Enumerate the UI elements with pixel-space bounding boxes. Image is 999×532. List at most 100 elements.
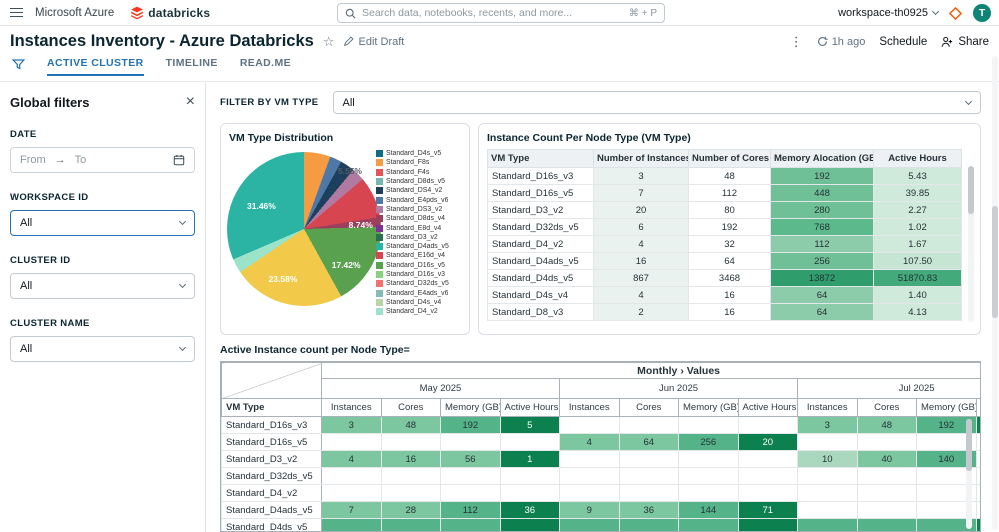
sub-column-header[interactable]: Cores [618, 398, 679, 417]
legend-item[interactable]: Standard_E4ads_v6 [376, 288, 464, 297]
date-range-input[interactable]: From → To [10, 147, 195, 173]
month-header[interactable]: May 2025 [321, 378, 560, 399]
header-actions: ⋮ 1h ago Schedule Share [790, 34, 989, 50]
value-cell [321, 518, 382, 531]
search-input[interactable]: Search data, notebooks, recents, and mor… [337, 3, 665, 23]
value-cell [618, 467, 679, 485]
scrollbar-thumb[interactable] [966, 419, 972, 471]
value-cell: 16 [688, 286, 771, 304]
sub-column-header[interactable]: Cores [380, 398, 441, 417]
legend-item[interactable]: Standard_D16s_v5 [376, 261, 464, 270]
workspace-id-select[interactable]: All [10, 210, 195, 236]
value-cell [797, 467, 858, 485]
sub-column-header[interactable]: Instances [797, 398, 858, 417]
value-cell: 112 [688, 184, 771, 202]
value-cell [559, 416, 620, 434]
filter-funnel-icon[interactable] [12, 58, 25, 71]
avatar[interactable]: T [973, 4, 991, 22]
value-cell [856, 484, 917, 502]
legend-swatch [376, 187, 383, 195]
legend-label: Standard_D8ds_v5 [386, 178, 445, 186]
scrollbar-thumb[interactable] [968, 166, 974, 214]
schedule-button[interactable]: Schedule [879, 36, 927, 48]
legend-item[interactable]: Standard_F4s [376, 168, 464, 177]
legend-item[interactable]: Standard_D16s_v3 [376, 270, 464, 279]
value-cell: 64 [688, 252, 771, 270]
dashboard-header: Instances Inventory - Azure Databricks ☆… [0, 26, 999, 57]
vm-type-header[interactable]: VM Type [221, 398, 322, 417]
edit-draft-button[interactable]: Edit Draft [343, 36, 404, 48]
sub-column-header[interactable]: Memory (GB) [916, 398, 977, 417]
legend-swatch [376, 224, 383, 232]
legend-item[interactable]: Standard_F8s [376, 158, 464, 167]
legend-label: Standard_E4ads_v6 [386, 289, 449, 297]
sub-column-header[interactable]: Memory (GB) [678, 398, 739, 417]
menu-icon[interactable] [10, 7, 23, 18]
legend-label: Standard_D4_v2 [386, 308, 438, 316]
upgrade-gem-icon[interactable] [949, 6, 962, 20]
pivot-header[interactable]: Monthly › Values [320, 362, 980, 379]
sub-column-header[interactable]: Memory (GB) [440, 398, 501, 417]
legend-item[interactable]: Standard_D8ds_v5 [376, 177, 464, 186]
app-window: Microsoft Azure databricks Search data, … [0, 0, 999, 532]
azure-label[interactable]: Microsoft Azure [35, 7, 114, 19]
value-cell: 71 [737, 501, 798, 519]
value-cell: 112 [770, 235, 874, 253]
legend-item[interactable]: Standard_D4ads_v5 [376, 242, 464, 251]
legend-item[interactable]: Standard_D4_v2 [376, 307, 464, 316]
month-header[interactable]: Jun 2025 [559, 378, 798, 399]
legend-item[interactable]: Standard_E4pds_v6 [376, 195, 464, 204]
pencil-icon [344, 36, 355, 47]
value-cell: 36 [618, 501, 679, 519]
legend-item[interactable]: Standard_DS3_v2 [376, 205, 464, 214]
sub-column-header[interactable]: Active Hours [737, 398, 798, 417]
month-header[interactable]: Jul 2025 [796, 378, 980, 399]
vm-type-cell: Standard_D4s_v4 [487, 286, 594, 304]
legend-item[interactable]: Standard_E16d_v4 [376, 251, 464, 260]
kebab-menu-icon[interactable]: ⋮ [790, 34, 803, 50]
cluster-name-label: CLUSTER NAME [10, 318, 90, 329]
sub-column-header[interactable]: Active Hours [975, 398, 980, 417]
value-cell: 3468 [688, 269, 771, 287]
favorite-star-icon[interactable]: ☆ [323, 34, 335, 50]
tab-timeline[interactable]: TIMELINE [166, 57, 218, 74]
value-cell [618, 450, 679, 468]
legend-item[interactable]: Standard_D3_v2 [376, 233, 464, 242]
legend-item[interactable]: Standard_DS4_v2 [376, 186, 464, 195]
refresh-button[interactable]: 1h ago [817, 36, 865, 48]
column-header[interactable]: Active Hours [873, 149, 962, 168]
legend-swatch [376, 271, 383, 278]
column-header[interactable]: Number of Instances [593, 149, 689, 168]
tab-readme[interactable]: READ.ME [240, 57, 291, 74]
pie-chart[interactable] [227, 152, 381, 306]
cluster-id-select[interactable]: All [10, 273, 195, 299]
value-cell [737, 416, 798, 434]
databricks-logo[interactable]: databricks [130, 6, 210, 20]
column-header[interactable]: Memory Alocation (GB) [770, 149, 874, 168]
sub-column-header[interactable]: Cores [856, 398, 917, 417]
legend-item[interactable]: Standard_E8d_v4 [376, 223, 464, 232]
legend-item[interactable]: Standard_D4s_v4 [376, 298, 464, 307]
legend-label: Standard_E8d_v4 [386, 224, 442, 232]
column-header[interactable]: Number of Cores [688, 149, 771, 168]
vm-type-filter-select[interactable]: All [332, 91, 981, 114]
value-cell [737, 467, 798, 485]
value-cell [440, 467, 501, 485]
column-header[interactable]: VM Type [487, 149, 594, 168]
cluster-name-select[interactable]: All [10, 336, 195, 362]
value-cell: 13872 [770, 269, 874, 287]
legend-item[interactable]: Standard_D4s_v5 [376, 149, 464, 158]
workspace-selector[interactable]: workspace-th0925 [838, 7, 940, 19]
sub-column-header[interactable]: Active Hours [499, 398, 560, 417]
tab-active-cluster[interactable]: ACTIVE CLUSTER [47, 57, 144, 76]
legend-item[interactable]: Standard_D32ds_v5 [376, 279, 464, 288]
legend-item[interactable]: Standard_D8ds_v4 [376, 214, 464, 223]
value-cell: 56 [440, 450, 501, 468]
sub-column-header[interactable]: Instances [321, 398, 382, 417]
vm-type-cell: Standard_D4_v2 [487, 235, 594, 253]
close-icon[interactable]: × [186, 94, 195, 110]
share-button[interactable]: Share [941, 36, 989, 48]
scrollbar-thumb[interactable] [992, 206, 998, 318]
calendar-icon[interactable] [173, 154, 185, 166]
sub-column-header[interactable]: Instances [559, 398, 620, 417]
